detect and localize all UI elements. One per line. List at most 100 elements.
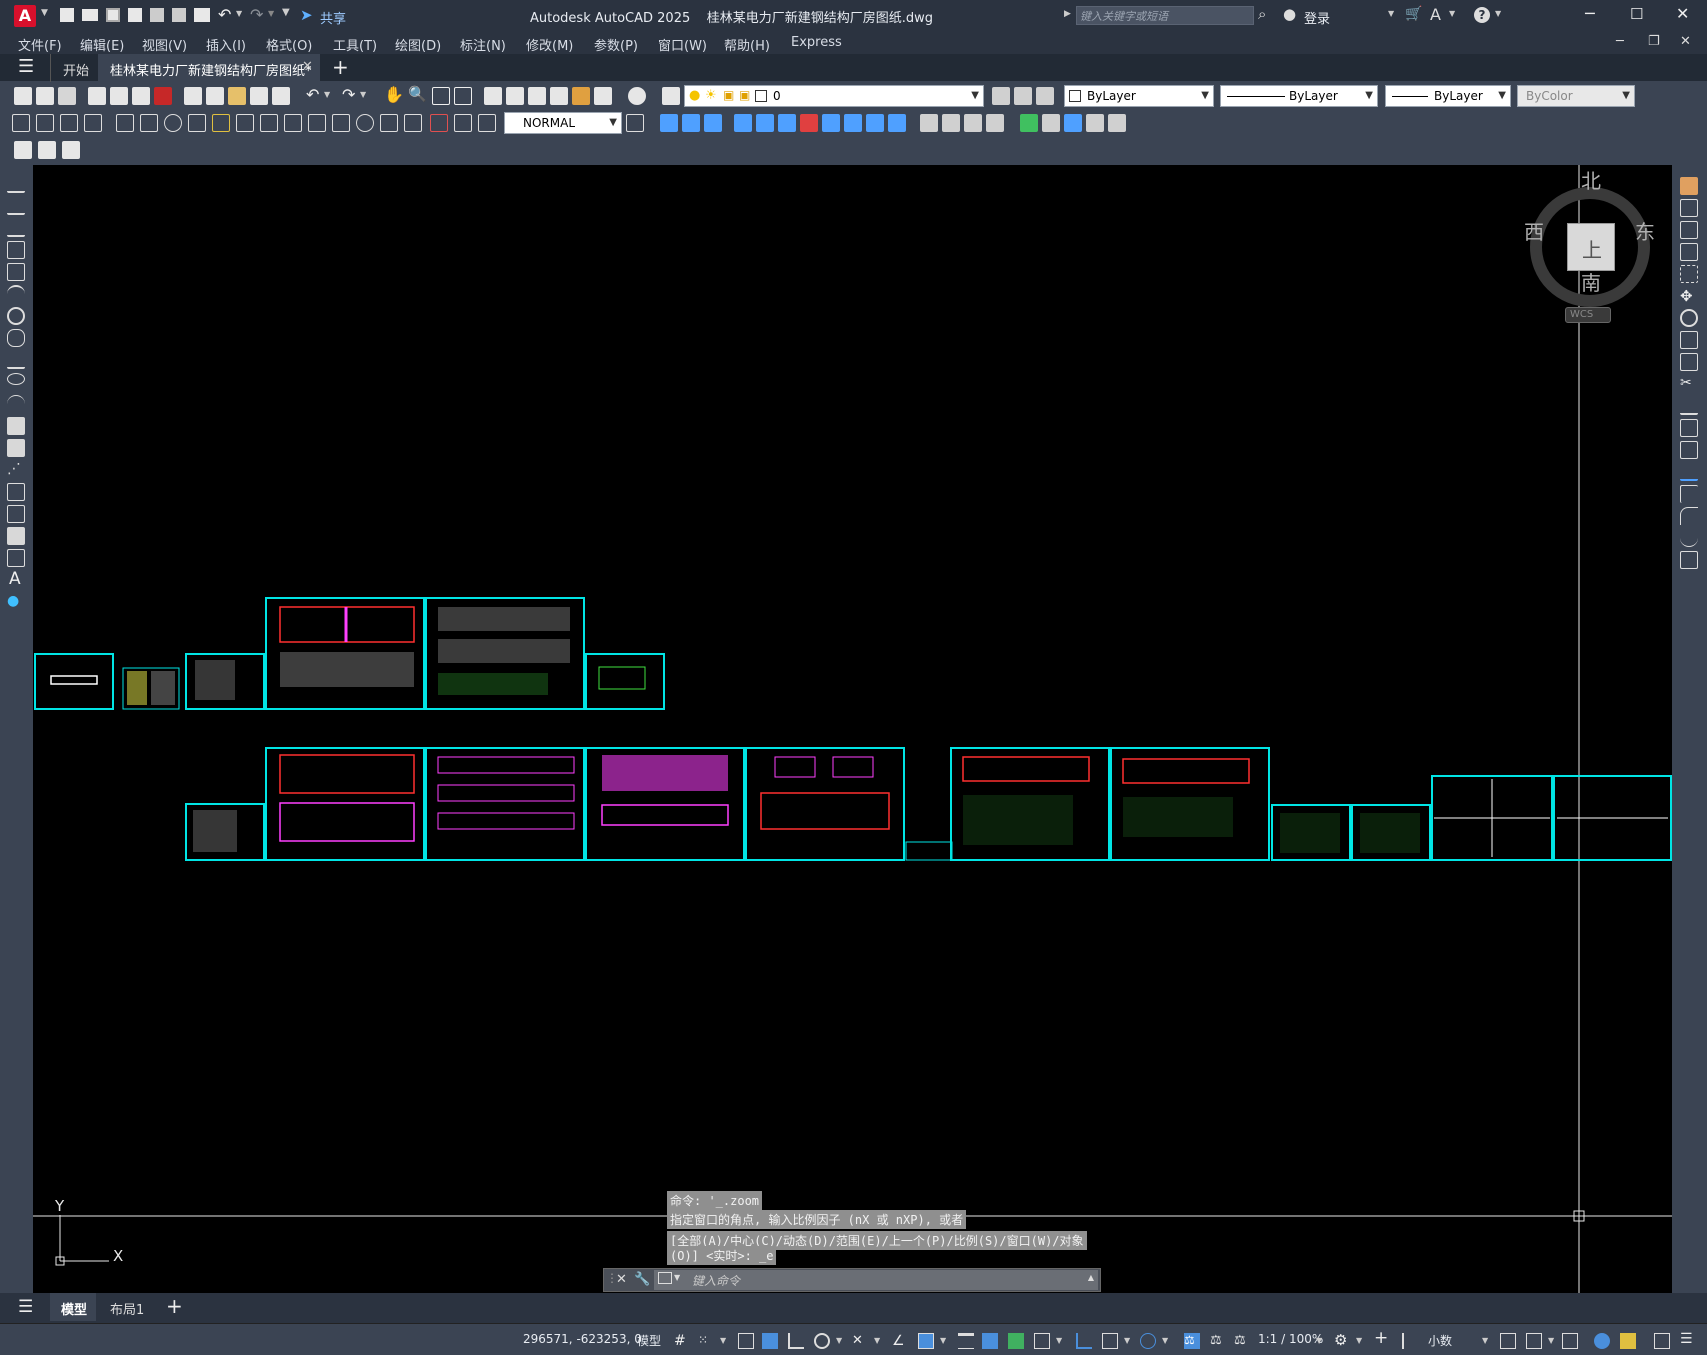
object-snap-tracking-icon[interactable]: ∠ bbox=[892, 1333, 908, 1349]
autodesk-a360-icon[interactable]: A bbox=[1430, 5, 1441, 24]
dim-space-icon[interactable] bbox=[284, 114, 302, 132]
fillet-icon[interactable] bbox=[1680, 507, 1698, 525]
markup-set-icon[interactable] bbox=[572, 87, 590, 105]
sheet-frame-elevation[interactable] bbox=[745, 747, 905, 861]
zoom-realtime-icon[interactable]: 🔍 bbox=[408, 85, 427, 103]
check-icon[interactable] bbox=[1020, 114, 1038, 132]
tab-start[interactable]: 开始 bbox=[50, 54, 94, 82]
grid-icon[interactable]: # bbox=[674, 1333, 690, 1349]
hatch-icon[interactable] bbox=[7, 483, 25, 501]
break-icon[interactable] bbox=[1680, 441, 1698, 459]
quick-dim-icon[interactable] bbox=[212, 114, 230, 132]
layer-dropdown[interactable]: ● ☀ ▣ ▣ 0 ▼ bbox=[684, 85, 984, 107]
gizmo-chevron-icon[interactable]: ▼ bbox=[1162, 1336, 1178, 1352]
viewcube-west[interactable]: 西 bbox=[1524, 216, 1544, 245]
rotate-faces-icon[interactable] bbox=[822, 114, 840, 132]
pan-hand-icon[interactable]: ✋ bbox=[384, 85, 404, 104]
cut-icon[interactable] bbox=[184, 87, 202, 105]
edit-attribute-icon[interactable] bbox=[14, 141, 32, 159]
polar-chevron-icon[interactable]: ▼ bbox=[836, 1336, 852, 1352]
linetype-dropdown[interactable]: ByLayer ▼ bbox=[1220, 85, 1378, 107]
dynamic-ucs-icon[interactable] bbox=[1076, 1333, 1092, 1349]
annotation-scale-icon[interactable]: ⚖ bbox=[1234, 1333, 1250, 1349]
subtract-icon[interactable] bbox=[682, 114, 700, 132]
redo-toolbar-chevron-icon[interactable]: ▼ bbox=[360, 90, 366, 99]
menu-format[interactable]: 格式(O) bbox=[266, 35, 312, 54]
command-close-icon[interactable]: ✕ bbox=[616, 1272, 627, 1287]
login-button[interactable]: 登录 bbox=[1304, 8, 1330, 27]
quickcalc-icon[interactable] bbox=[594, 87, 612, 105]
point-icon[interactable]: ⋰ bbox=[7, 461, 25, 479]
dim-style-manager-icon[interactable] bbox=[626, 114, 644, 132]
app-menu-button[interactable]: A bbox=[14, 5, 36, 27]
add-selected-icon[interactable]: ● bbox=[7, 593, 25, 611]
open-folder-icon[interactable] bbox=[82, 9, 98, 21]
block-attribute-manager-icon[interactable] bbox=[38, 141, 56, 159]
copy-icon[interactable] bbox=[206, 87, 224, 105]
extend-icon[interactable] bbox=[1680, 397, 1698, 415]
isodraft-icon[interactable]: ✕ bbox=[852, 1333, 868, 1349]
draw-line-icon[interactable] bbox=[7, 175, 25, 193]
dim-aligned-icon[interactable] bbox=[36, 114, 54, 132]
plot-icon[interactable] bbox=[194, 8, 210, 22]
save-as-icon[interactable] bbox=[128, 8, 142, 22]
auto-scale-icon[interactable]: ⚖ bbox=[1210, 1333, 1226, 1349]
menu-window[interactable]: 窗口(W) bbox=[658, 35, 707, 54]
wcs-menu-button[interactable]: WCS bbox=[1565, 307, 1611, 323]
object-snap-chevron-icon[interactable]: ▼ bbox=[940, 1336, 956, 1352]
layer-previous-icon[interactable] bbox=[1014, 87, 1032, 105]
taper-faces-icon[interactable] bbox=[844, 114, 862, 132]
properties-palette-icon[interactable] bbox=[484, 87, 502, 105]
cart-icon[interactable]: 🛒 bbox=[1405, 6, 1422, 22]
spline-icon[interactable] bbox=[7, 351, 25, 369]
selection-filter-chevron-icon[interactable]: ▼ bbox=[1124, 1336, 1140, 1352]
menu-file[interactable]: 文件(F) bbox=[18, 35, 62, 54]
menu-insert[interactable]: 插入(I) bbox=[206, 35, 246, 54]
undo-toolbar-icon[interactable]: ↶ bbox=[306, 85, 319, 104]
redo-icon[interactable]: ↷ bbox=[250, 5, 263, 24]
model-space-button[interactable]: 模型 bbox=[637, 1332, 661, 1349]
fullscreen-icon[interactable] bbox=[1654, 1333, 1670, 1349]
undo-toolbar-chevron-icon[interactable]: ▼ bbox=[324, 90, 330, 99]
isolate-objects-icon[interactable] bbox=[1562, 1333, 1578, 1349]
plot-preview-icon[interactable] bbox=[110, 87, 128, 105]
blend-curves-icon[interactable] bbox=[1680, 529, 1698, 547]
undo-chevron-icon[interactable]: ▼ bbox=[236, 9, 242, 18]
share-button[interactable]: 共享 bbox=[320, 8, 346, 27]
maximize-window-icon[interactable]: ☐ bbox=[1630, 5, 1643, 23]
help-icon[interactable]: ? bbox=[1474, 7, 1490, 23]
viewcube-south[interactable]: 南 bbox=[1581, 267, 1601, 296]
dynamic-input-icon[interactable] bbox=[762, 1333, 778, 1349]
menu-parametric[interactable]: 参数(P) bbox=[594, 35, 638, 54]
sheet-small-detail[interactable] bbox=[905, 841, 953, 861]
customize-qat-chevron-icon[interactable]: ▼ bbox=[282, 7, 290, 18]
new-file-icon[interactable] bbox=[14, 87, 32, 105]
move-icon[interactable]: ✥ bbox=[1680, 287, 1698, 305]
polygon-icon[interactable] bbox=[7, 241, 25, 259]
match-properties-icon[interactable] bbox=[250, 87, 268, 105]
doc-close-icon[interactable]: ✕ bbox=[1680, 34, 1691, 49]
separate-icon[interactable] bbox=[964, 114, 982, 132]
layout-list-menu-icon[interactable]: ☰ bbox=[18, 1297, 33, 1317]
arc-icon[interactable] bbox=[7, 285, 25, 303]
make-current-layer-icon[interactable] bbox=[992, 87, 1010, 105]
color-dropdown[interactable]: ByLayer ▼ bbox=[1064, 85, 1214, 107]
selection-filter-icon[interactable] bbox=[1102, 1333, 1118, 1349]
quick-properties-icon[interactable] bbox=[1500, 1333, 1516, 1349]
command-prompt-chevron-icon[interactable]: ▼ bbox=[674, 1273, 680, 1282]
3d-object-snap-icon[interactable] bbox=[1034, 1333, 1050, 1349]
dim-edit-icon[interactable] bbox=[430, 114, 448, 132]
plotstyle-dropdown[interactable]: ByColor ▼ bbox=[1517, 85, 1635, 107]
chamfer-icon[interactable] bbox=[1680, 485, 1698, 503]
dim-update-icon[interactable] bbox=[478, 114, 496, 132]
coordinates-readout[interactable]: 296571, -623253, 0 bbox=[523, 1332, 642, 1346]
copy-faces-icon[interactable] bbox=[866, 114, 884, 132]
trim-icon[interactable]: ✂ bbox=[1680, 375, 1698, 393]
doc-minimize-icon[interactable]: ─ bbox=[1616, 34, 1624, 49]
close-window-icon[interactable]: ✕ bbox=[1676, 4, 1689, 23]
dim-jogged-icon[interactable] bbox=[140, 114, 158, 132]
ortho-mode-icon[interactable] bbox=[788, 1333, 804, 1349]
command-customize-wrench-icon[interactable]: 🔧 bbox=[634, 1272, 650, 1287]
circle-icon[interactable] bbox=[7, 307, 25, 325]
design-center-icon[interactable] bbox=[506, 87, 524, 105]
